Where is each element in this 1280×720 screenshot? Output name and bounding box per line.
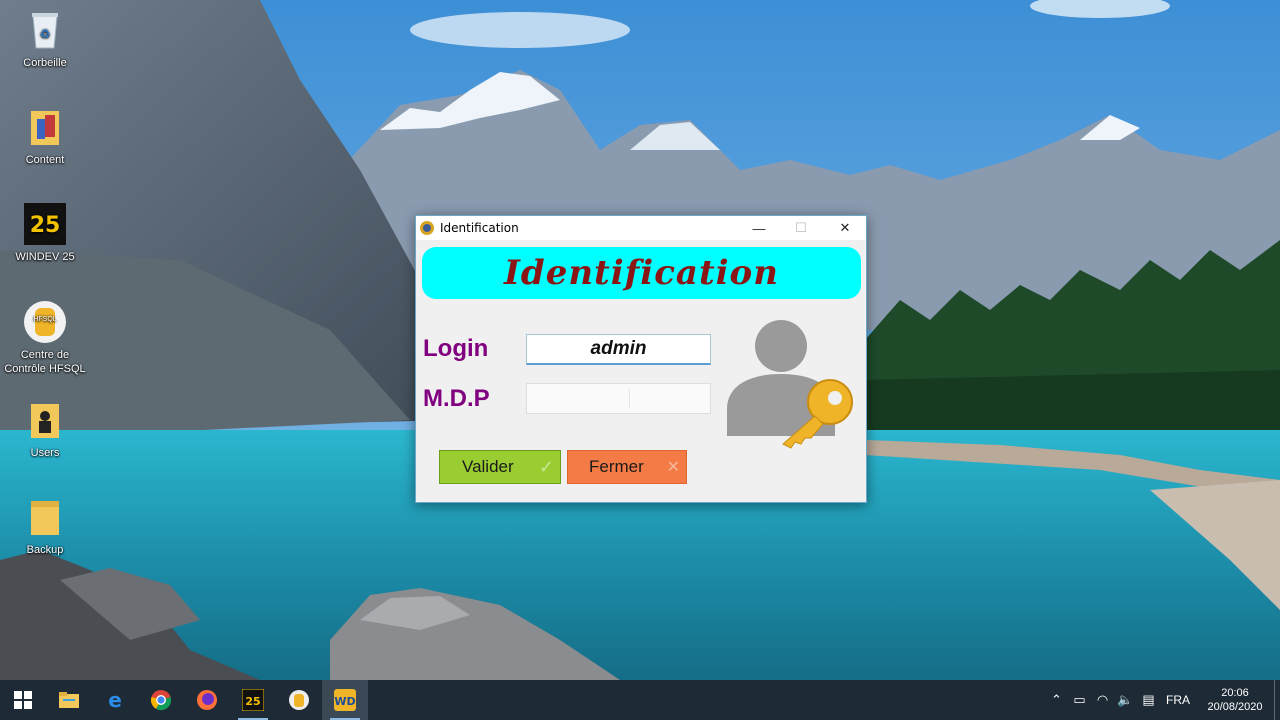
windev-app-taskbar-icon[interactable]: WD (322, 680, 368, 720)
show-hidden-icons-chevron-icon[interactable]: ⌃ (1045, 680, 1068, 720)
windev-taskbar-icon[interactable]: 25 (230, 680, 276, 720)
close-label: Fermer (589, 457, 644, 476)
login-label: Login (423, 335, 489, 362)
svg-text:e: e (108, 689, 122, 711)
hfsql-taskbar-icon[interactable] (276, 680, 322, 720)
banner-title: Identification (504, 253, 779, 293)
desktop-icon-users[interactable]: Users (0, 398, 90, 460)
recycle-bin-icon: ♻ (23, 8, 67, 52)
user-key-icon (721, 314, 856, 449)
desktop-icon-content[interactable]: Content (0, 105, 90, 167)
login-input[interactable]: admin (526, 334, 711, 365)
maximize-button[interactable]: ☐ (780, 216, 822, 240)
svg-text:25: 25 (30, 213, 61, 238)
desktop-icon-label: Centre de Contrôle HFSQL (4, 349, 86, 375)
window-title: Identification (440, 221, 519, 235)
clock-time: 20:06 (1221, 687, 1249, 699)
close-button[interactable]: Fermer ✕ (567, 450, 687, 484)
window-titlebar[interactable]: Identification — ☐ ✕ (416, 216, 866, 240)
validate-label: Valider (462, 457, 514, 476)
banner: Identification (422, 247, 861, 299)
desktop-icon-label: Corbeille (23, 57, 67, 69)
login-value: admin (590, 338, 647, 359)
system-tray: ⌃ ▭ ◠ 🔈 ▤ FRA 20:06 20/08/2020 (1045, 680, 1280, 720)
start-button[interactable] (0, 680, 46, 720)
password-label: M.D.P (423, 385, 490, 412)
network-icon[interactable]: ◠ (1091, 680, 1114, 720)
close-window-button[interactable]: ✕ (824, 216, 866, 240)
svg-text:WD: WD (334, 695, 355, 708)
battery-icon[interactable]: ▭ (1068, 680, 1091, 720)
folder-icon (23, 495, 67, 539)
taskbar: e 25 WD ⌃ ▭ ◠ 🔈 ▤ FRA 20:06 20/08/2020 (0, 680, 1280, 720)
svg-text:25: 25 (245, 695, 260, 708)
app-icon (419, 220, 435, 236)
password-input[interactable] (526, 383, 711, 414)
svg-text:HFSQL: HFSQL (33, 316, 56, 323)
desktop-icon-label: Users (30, 447, 60, 459)
edge-icon[interactable]: e (92, 680, 138, 720)
clock-date: 20/08/2020 (1207, 701, 1263, 713)
desktop-icon-label: Content (25, 154, 65, 166)
minimize-button[interactable]: — (738, 216, 780, 240)
chrome-icon[interactable] (138, 680, 184, 720)
file-explorer-icon[interactable] (46, 680, 92, 720)
desktop-icon-windev[interactable]: 25 WINDEV 25 (0, 202, 90, 264)
desktop-icon-hfsql[interactable]: HFSQL Centre de Contrôle HFSQL (0, 300, 90, 376)
firefox-icon[interactable] (184, 680, 230, 720)
clock[interactable]: 20:06 20/08/2020 (1196, 686, 1274, 714)
show-desktop-button[interactable] (1274, 680, 1280, 720)
desktop-icon-backup[interactable]: Backup (0, 495, 90, 557)
volume-icon[interactable]: 🔈 (1114, 680, 1137, 720)
desktop-icon-recycle-bin[interactable]: ♻ Corbeille (0, 8, 90, 70)
folder-icon (23, 398, 67, 442)
windows-start-icon (14, 691, 32, 709)
language-indicator[interactable]: FRA (1160, 693, 1196, 707)
svg-text:♻: ♻ (40, 27, 51, 41)
hfsql-icon: HFSQL (23, 300, 67, 344)
desktop-icon-label: Backup (26, 544, 64, 556)
folder-icon (23, 105, 67, 149)
check-icon: ✓ (538, 457, 554, 477)
message-icon[interactable]: ▤ (1137, 680, 1160, 720)
windev-icon: 25 (23, 202, 67, 246)
desktop-icon-label: WINDEV 25 (15, 251, 75, 263)
validate-button[interactable]: Valider ✓ (439, 450, 561, 484)
identification-window: Identification — ☐ ✕ Identification Logi… (415, 215, 867, 503)
close-icon: ✕ (666, 459, 680, 476)
